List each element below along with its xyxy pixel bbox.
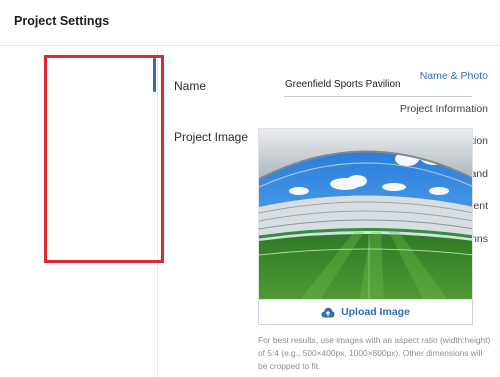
image-hint-text: For best results, use images with an asp… [258, 335, 491, 371]
sidebar-highlight-box [44, 55, 164, 263]
name-label: Name [174, 79, 207, 93]
page-header: Project Settings [0, 0, 500, 46]
sidebar-item-project-information[interactable]: Project Information [400, 103, 488, 115]
cloud-upload-icon [321, 307, 335, 317]
page-title: Project Settings [14, 14, 110, 28]
project-image-label: Project Image [174, 130, 249, 144]
stadium-image [259, 129, 472, 299]
project-name-input[interactable] [284, 77, 472, 97]
upload-image-label: Upload Image [341, 306, 410, 318]
upload-image-button[interactable]: Upload Image [258, 300, 473, 325]
project-image [258, 128, 473, 300]
